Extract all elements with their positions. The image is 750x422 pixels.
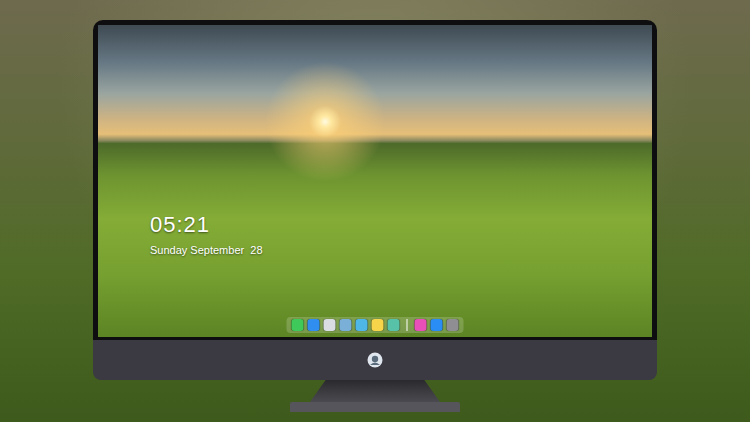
dock-app-icon[interactable]: [340, 319, 352, 331]
dock-separator: [407, 319, 408, 331]
dock-app-icon[interactable]: [415, 319, 427, 331]
wallpaper-photo: 05:21 Sunday September 28: [98, 25, 652, 337]
clock-date: Sunday September 28: [150, 243, 263, 257]
monitor-chin: [93, 340, 657, 380]
screen-bezel: 05:21 Sunday September 28: [93, 20, 657, 340]
monitor: 05:21 Sunday September 28: [93, 20, 657, 380]
dock-app-icon[interactable]: [388, 319, 400, 331]
stand-base: [290, 402, 460, 412]
clock-time: 05:21: [150, 213, 263, 237]
dock: [287, 317, 464, 333]
dock-app-icon[interactable]: [356, 319, 368, 331]
dock-app-icon[interactable]: [447, 319, 459, 331]
logo-icon: [367, 352, 383, 368]
dock-app-icon[interactable]: [292, 319, 304, 331]
dock-app-icon[interactable]: [431, 319, 443, 331]
lock-clock: 05:21 Sunday September 28: [150, 213, 263, 257]
desktop-mockup: 05:21 Sunday September 28: [0, 0, 750, 422]
dock-app-icon[interactable]: [308, 319, 320, 331]
dock-app-icon[interactable]: [372, 319, 384, 331]
dock-app-icon[interactable]: [324, 319, 336, 331]
stand-neck: [310, 380, 440, 402]
